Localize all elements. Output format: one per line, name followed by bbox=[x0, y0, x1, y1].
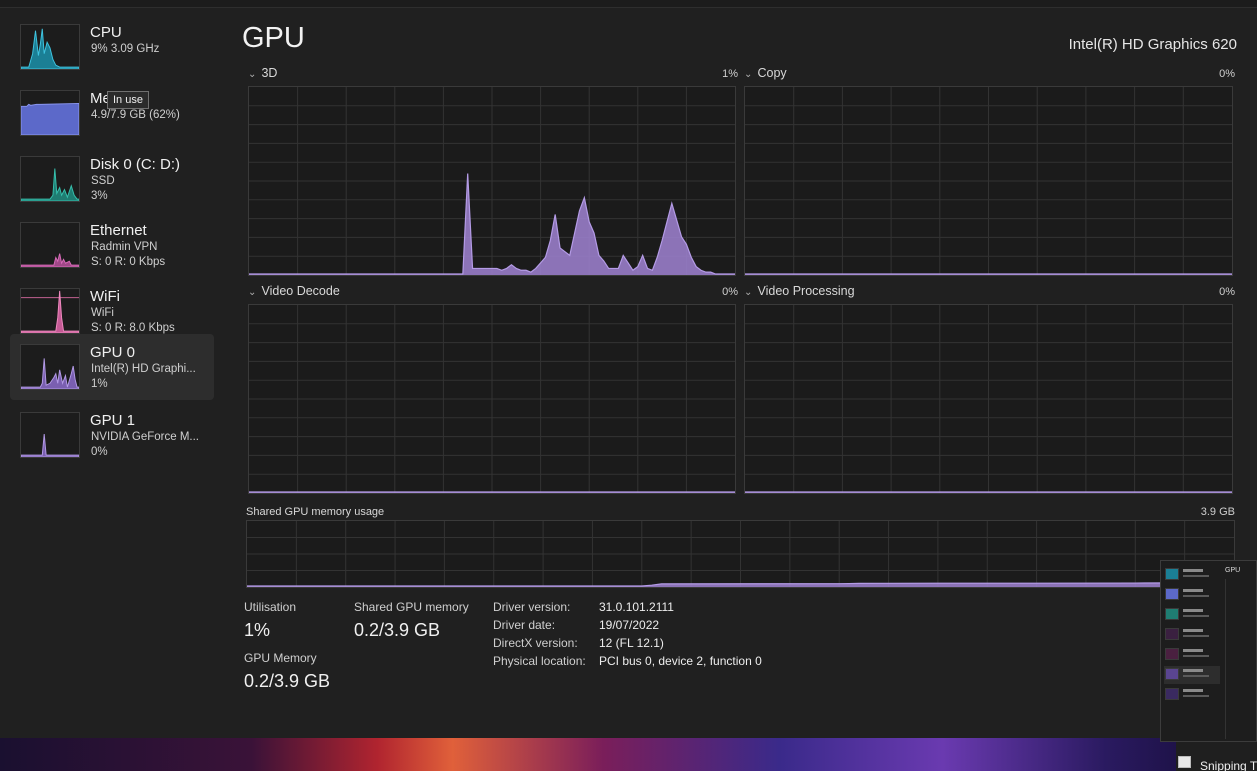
gpu1-thumbnail-graph bbox=[20, 412, 80, 458]
physical-location-label: Physical location: bbox=[493, 654, 586, 668]
engine-video-decode-selector[interactable]: ⌄ Video Decode bbox=[248, 284, 340, 298]
sidebar-item-title: GPU 1 bbox=[90, 412, 136, 429]
engine-3d-graph bbox=[248, 86, 736, 276]
engine-video-processing-selector[interactable]: ⌄ Video Processing bbox=[744, 284, 855, 298]
shared-memory-chart-max: 3.9 GB bbox=[1200, 506, 1235, 518]
sidebar: CPU 9% 3.09 GHz Memory 4.9/7.9 GB (62%) … bbox=[0, 8, 222, 738]
task-manager-window: CPU 9% 3.09 GHz Memory 4.9/7.9 GB (62%) … bbox=[0, 0, 1257, 738]
sidebar-item-ethernet[interactable]: Ethernet Radmin VPN S: 0 R: 0 Kbps bbox=[10, 214, 214, 274]
chart-svg bbox=[745, 87, 1232, 275]
sidebar-item-gpu-0[interactable]: GPU 0 Intel(R) HD Graphi... 1% bbox=[10, 334, 214, 400]
directx-version-label: DirectX version: bbox=[493, 636, 578, 650]
chart-svg bbox=[247, 521, 1234, 587]
shared-memory-chart-label: Shared GPU memory usage bbox=[246, 506, 385, 518]
chevron-down-icon: ⌄ bbox=[248, 287, 257, 298]
sidebar-item-value: S: 0 R: 8.0 Kbps bbox=[91, 322, 175, 334]
sidebar-item-subtitle: WiFi bbox=[91, 307, 114, 319]
cpu-thumbnail-graph bbox=[20, 24, 80, 70]
sidebar-item-wifi[interactable]: WiFi WiFi S: 0 R: 8.0 Kbps bbox=[10, 280, 214, 340]
sidebar-item-cpu[interactable]: CPU 9% 3.09 GHz bbox=[10, 16, 214, 76]
engine-percent: 1% bbox=[722, 68, 738, 80]
engine-3d-selector[interactable]: ⌄ 3D bbox=[248, 66, 277, 80]
sidebar-item-title: GPU 0 bbox=[90, 344, 136, 361]
performance-panel: GPU Intel(R) HD Graphics 620 ⌄ 3D 1% ⌄ C… bbox=[222, 8, 1257, 738]
sidebar-item-title: Disk 0 (C: D:) bbox=[90, 156, 180, 173]
engine-copy-graph bbox=[744, 86, 1233, 276]
sidebar-item-title: WiFi bbox=[90, 288, 120, 305]
engine-name: Video Processing bbox=[757, 284, 855, 298]
engine-percent: 0% bbox=[722, 286, 738, 298]
window-thumbnail-preview[interactable]: GPU bbox=[1160, 560, 1257, 742]
sidebar-item-value: 1% bbox=[91, 378, 108, 390]
gpu-memory-value: 0.2/3.9 GB bbox=[244, 671, 331, 691]
engine-copy-selector[interactable]: ⌄ Copy bbox=[744, 66, 787, 80]
shared-memory-graph bbox=[246, 520, 1235, 588]
engine-percent: 0% bbox=[1219, 68, 1235, 80]
chevron-down-icon: ⌄ bbox=[248, 69, 257, 80]
disk-thumbnail-graph bbox=[20, 156, 80, 202]
sidebar-item-subtitle: 4.9/7.9 GB (62%) bbox=[91, 109, 180, 121]
engine-name: Copy bbox=[757, 66, 787, 80]
wifi-thumbnail-graph bbox=[20, 288, 80, 334]
utilisation-label: Utilisation bbox=[244, 600, 297, 614]
desktop-wallpaper bbox=[0, 738, 1257, 771]
driver-version-label: Driver version: bbox=[493, 600, 571, 614]
sidebar-item-subtitle: Intel(R) HD Graphi... bbox=[91, 363, 196, 375]
sidebar-item-subtitle: Radmin VPN bbox=[91, 241, 158, 253]
preview-title: GPU bbox=[1225, 567, 1241, 574]
sidebar-item-value: 3% bbox=[91, 190, 108, 202]
device-name: Intel(R) HD Graphics 620 bbox=[1068, 36, 1237, 53]
gpu0-thumbnail-graph bbox=[20, 344, 80, 390]
memory-thumbnail-graph bbox=[20, 90, 80, 136]
title-bar bbox=[0, 0, 1257, 8]
ethernet-thumbnail-graph bbox=[20, 222, 80, 268]
shared-memory-label: Shared GPU memory bbox=[354, 600, 469, 614]
gpu-memory-label: GPU Memory bbox=[244, 651, 317, 665]
sidebar-item-subtitle: NVIDIA GeForce M... bbox=[91, 431, 199, 443]
chart-svg bbox=[745, 305, 1232, 493]
engine-percent: 0% bbox=[1219, 286, 1235, 298]
engine-name: 3D bbox=[261, 66, 278, 80]
utilisation-value: 1% bbox=[244, 620, 271, 640]
chart-svg bbox=[249, 305, 735, 493]
sidebar-item-value: 0% bbox=[91, 446, 108, 458]
sidebar-item-subtitle: 9% 3.09 GHz bbox=[91, 43, 160, 55]
driver-version-value: 31.0.101.2111 bbox=[599, 600, 674, 614]
chevron-down-icon: ⌄ bbox=[744, 287, 753, 298]
engine-video-processing-graph bbox=[744, 304, 1233, 494]
sidebar-item-gpu-1[interactable]: GPU 1 NVIDIA GeForce M... 0% bbox=[10, 404, 214, 464]
shared-memory-value: 0.2/3.9 GB bbox=[354, 620, 441, 640]
engine-name: Video Decode bbox=[261, 284, 340, 298]
sidebar-item-subtitle: SSD bbox=[91, 175, 115, 187]
engine-video-decode-graph bbox=[248, 304, 736, 494]
sidebar-item-title: CPU bbox=[90, 24, 122, 41]
chevron-down-icon: ⌄ bbox=[744, 69, 753, 80]
physical-location-value: PCI bus 0, device 2, function 0 bbox=[599, 654, 762, 668]
sidebar-item-disk[interactable]: Disk 0 (C: D:) SSD 3% bbox=[10, 148, 214, 208]
chart-svg bbox=[249, 87, 735, 275]
directx-version-value: 12 (FL 12.1) bbox=[599, 636, 664, 650]
sidebar-item-value: S: 0 R: 0 Kbps bbox=[91, 256, 166, 268]
driver-date-label: Driver date: bbox=[493, 618, 556, 632]
driver-date-value: 19/07/2022 bbox=[599, 618, 660, 632]
sidebar-item-title: Ethernet bbox=[90, 222, 147, 239]
tooltip: In use bbox=[107, 91, 149, 109]
preview-sidebar bbox=[1164, 566, 1220, 706]
page-title: GPU bbox=[242, 22, 305, 54]
snipping-tool-icon[interactable] bbox=[1178, 756, 1191, 768]
preview-graphs bbox=[1225, 579, 1255, 739]
